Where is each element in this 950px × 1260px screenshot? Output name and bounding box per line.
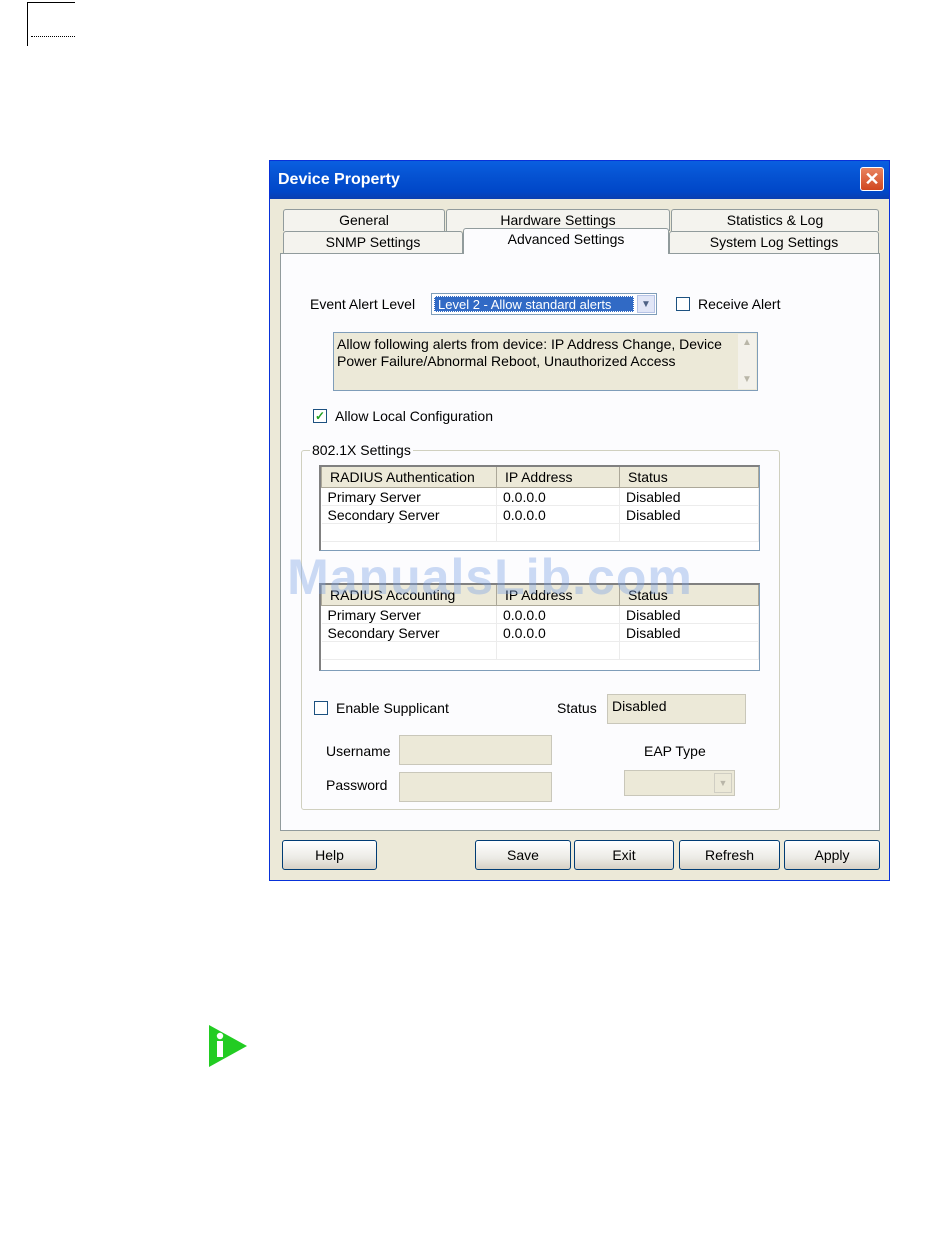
scroll-down-icon[interactable]: ▼ (738, 371, 756, 389)
table-cell: Secondary Server (321, 505, 497, 524)
receive-alert-checkbox[interactable] (676, 297, 690, 311)
receive-alert-label: Receive Alert (698, 296, 781, 312)
column-header[interactable]: Status (619, 585, 759, 606)
enable-supplicant-label: Enable Supplicant (336, 700, 449, 716)
table-cell: Primary Server (321, 605, 497, 624)
table-row-empty (321, 641, 759, 660)
table-cell: 0.0.0.0 (496, 487, 620, 506)
alert-description-textarea[interactable]: Allow following alerts from device: IP A… (333, 332, 758, 391)
exit-button[interactable]: Exit (574, 840, 674, 870)
description-scrollbar[interactable]: ▲ ▼ (738, 334, 756, 389)
supplicant-status-label: Status (557, 700, 597, 716)
close-button[interactable]: ✕ (860, 167, 884, 191)
table-row-empty (321, 523, 759, 542)
table-cell: Disabled (619, 487, 759, 506)
scroll-up-icon[interactable]: ▲ (738, 334, 756, 352)
alert-description-text: Allow following alerts from device: IP A… (337, 336, 722, 369)
eap-type-select[interactable]: ▼ (624, 770, 735, 796)
info-icon (209, 1025, 247, 1067)
refresh-button[interactable]: Refresh (679, 840, 780, 870)
table-row[interactable]: Primary Server 0.0.0.0 Disabled (321, 605, 759, 624)
page-corner-mark (27, 2, 75, 46)
settings-8021x-legend: 802.1X Settings (312, 442, 411, 458)
device-property-dialog: Device Property ✕ General Hardware Setti… (269, 160, 890, 881)
tab-statistics-log[interactable]: Statistics & Log (671, 209, 879, 231)
table-cell: Disabled (619, 623, 759, 642)
radius-auth-table: RADIUS Authentication IP Address Status … (319, 465, 760, 551)
save-button[interactable]: Save (475, 840, 571, 870)
help-button[interactable]: Help (282, 840, 377, 870)
allow-local-config-label: Allow Local Configuration (335, 408, 493, 424)
allow-local-config-checkbox[interactable]: ✓ (313, 409, 327, 423)
table-row[interactable]: Secondary Server 0.0.0.0 Disabled (321, 505, 759, 524)
eap-type-label: EAP Type (644, 743, 706, 759)
username-input[interactable] (399, 735, 552, 765)
tab-advanced-settings[interactable]: Advanced Settings (463, 228, 669, 254)
advanced-settings-panel: Event Alert Level Level 2 - Allow standa… (280, 253, 880, 831)
checkmark-icon: ✓ (314, 409, 326, 423)
tab-system-log-settings[interactable]: System Log Settings (669, 231, 879, 253)
table-cell: Secondary Server (321, 623, 497, 642)
event-alert-level-select[interactable]: Level 2 - Allow standard alerts ▼ (431, 293, 657, 315)
column-header[interactable]: IP Address (496, 585, 620, 606)
username-label: Username (326, 743, 391, 759)
enable-supplicant-checkbox[interactable] (314, 701, 328, 715)
table-cell: Disabled (619, 505, 759, 524)
table-row[interactable]: Secondary Server 0.0.0.0 Disabled (321, 623, 759, 642)
table-cell: Disabled (619, 605, 759, 624)
supplicant-status-field: Disabled (607, 694, 746, 724)
close-icon: ✕ (864, 169, 880, 189)
chevron-down-icon[interactable]: ▼ (637, 295, 655, 313)
tab-general[interactable]: General (283, 209, 445, 231)
column-header[interactable]: RADIUS Authentication (321, 467, 497, 488)
event-alert-level-value: Level 2 - Allow standard alerts (434, 296, 634, 312)
chevron-down-icon[interactable]: ▼ (714, 773, 732, 793)
table-cell: 0.0.0.0 (496, 605, 620, 624)
password-input[interactable] (399, 772, 552, 802)
password-label: Password (326, 777, 388, 793)
column-header[interactable]: RADIUS Accounting (321, 585, 497, 606)
tab-snmp-settings[interactable]: SNMP Settings (283, 231, 463, 253)
table-cell: 0.0.0.0 (496, 505, 620, 524)
event-alert-level-label: Event Alert Level (310, 296, 416, 312)
radius-acct-table: RADIUS Accounting IP Address Status Prim… (319, 583, 760, 671)
title-bar[interactable]: Device Property ✕ (270, 161, 889, 199)
column-header[interactable]: Status (619, 467, 759, 488)
table-row[interactable]: Primary Server 0.0.0.0 Disabled (321, 487, 759, 506)
column-header[interactable]: IP Address (496, 467, 620, 488)
window-title: Device Property (278, 171, 400, 188)
table-cell: 0.0.0.0 (496, 623, 620, 642)
table-cell: Primary Server (321, 487, 497, 506)
apply-button[interactable]: Apply (784, 840, 880, 870)
